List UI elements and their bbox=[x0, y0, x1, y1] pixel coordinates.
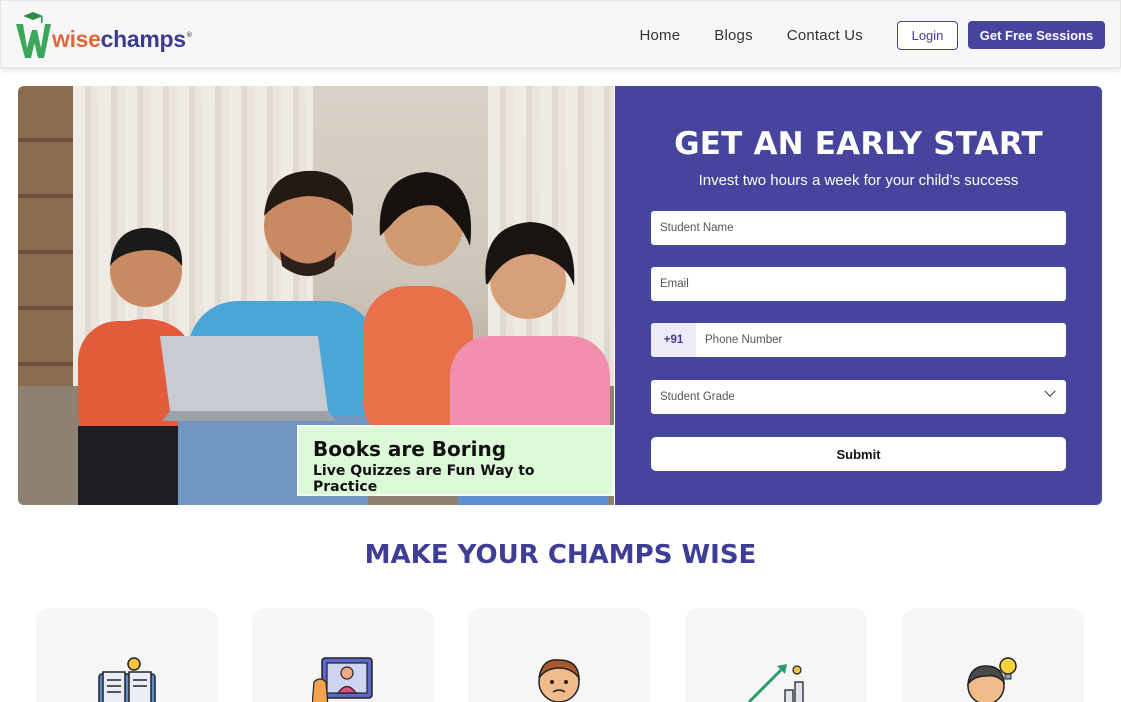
logo-w-mark-icon bbox=[15, 12, 51, 60]
email-placeholder: Email bbox=[660, 278, 689, 290]
feature-card-5 bbox=[902, 608, 1084, 702]
login-button[interactable]: Login bbox=[897, 20, 958, 50]
feature-card-2 bbox=[252, 608, 434, 702]
section-title: MAKE YOUR CHAMPS WISE bbox=[364, 540, 757, 570]
nav-blogs-link[interactable]: Blogs bbox=[714, 27, 753, 44]
logo-registered-mark: ® bbox=[186, 31, 192, 39]
main-nav: Home Blogs Contact Us Login Get Free Ses… bbox=[639, 1, 1120, 69]
student-grade-placeholder: Student Grade bbox=[660, 391, 735, 403]
nav-home-link[interactable]: Home bbox=[639, 27, 680, 44]
feature-card-4 bbox=[685, 608, 867, 702]
caption-title: Books are Boring bbox=[313, 437, 507, 461]
form-subtitle: Invest two hours a week for your child’s… bbox=[698, 172, 1019, 189]
logo-wordmark-champs: champs bbox=[100, 25, 186, 52]
hero-caption-banner: Books are Boring Live Quizzes are Fun Wa… bbox=[297, 425, 614, 496]
phone-placeholder: Phone Number bbox=[705, 334, 783, 346]
student-name-placeholder: Student Name bbox=[660, 222, 734, 234]
feature-card-3 bbox=[468, 608, 650, 702]
book-idea-icon bbox=[98, 657, 156, 702]
get-free-sessions-button[interactable]: Get Free Sessions bbox=[968, 21, 1105, 49]
student-grade-select[interactable]: Student Grade bbox=[651, 380, 1066, 414]
growth-chart-icon bbox=[747, 664, 804, 702]
family-laptop-photo: Books are Boring Live Quizzes are Fun Wa… bbox=[18, 86, 614, 505]
online-tutor-icon bbox=[312, 657, 373, 702]
email-input[interactable]: Email bbox=[651, 267, 1066, 301]
idea-kid-icon bbox=[966, 657, 1017, 702]
hero-section: Books are Boring Live Quizzes are Fun Wa… bbox=[18, 86, 1102, 505]
thinking-kid-icon bbox=[538, 659, 580, 702]
logo[interactable]: wisechamps® bbox=[15, 11, 192, 61]
signup-form-panel: GET AN EARLY START Invest two hours a we… bbox=[615, 86, 1102, 505]
logo-wordmark: wisechamps® bbox=[52, 26, 192, 53]
caption-subtitle: Live Quizzes are Fun Way to Practice bbox=[313, 463, 535, 495]
feature-card-1 bbox=[36, 608, 218, 702]
nav-contact-link[interactable]: Contact Us bbox=[787, 27, 863, 44]
chevron-down-icon bbox=[1044, 385, 1056, 397]
student-name-input[interactable]: Student Name bbox=[651, 211, 1066, 245]
country-code[interactable]: +91 bbox=[651, 323, 696, 357]
submit-button[interactable]: Submit bbox=[651, 437, 1066, 471]
form-title: GET AN EARLY START bbox=[674, 126, 1043, 162]
logo-wordmark-wise: wise bbox=[52, 25, 101, 52]
site-header: wisechamps® Home Blogs Contact Us Login … bbox=[0, 0, 1121, 68]
phone-input[interactable]: +91 Phone Number bbox=[651, 323, 1066, 357]
